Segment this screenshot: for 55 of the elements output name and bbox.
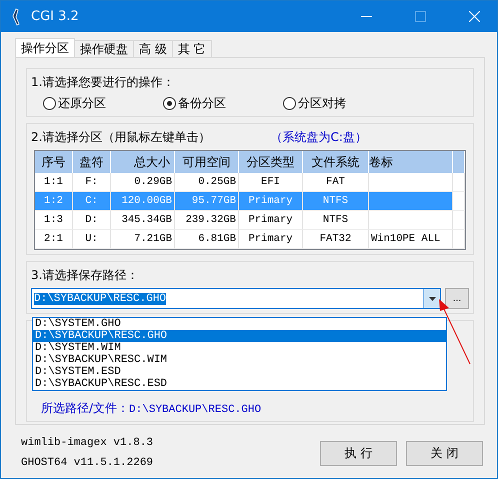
radio-button[interactable] (283, 97, 296, 110)
table-cell[interactable]: 239.32GB (175, 211, 239, 230)
group-label: 1.请选择您要进行的操作： (31, 74, 176, 91)
column-header[interactable]: 序号 (35, 151, 73, 173)
table-cell[interactable]: 7.21GB (111, 230, 175, 249)
tab[interactable]: 操作分区 (15, 38, 75, 57)
dropdown-button[interactable] (423, 289, 440, 308)
arrow-annotation (437, 299, 471, 365)
system-disk-note: （系统盘为C:盘） (270, 129, 367, 146)
caret-icon (428, 296, 436, 300)
dropdown-item[interactable]: D:\SYBACKUP\RESC.GHO (33, 330, 446, 342)
radio-label: 还原分区 (58, 95, 106, 112)
table-cell[interactable] (369, 211, 453, 230)
table-cell[interactable]: 0.29GB (111, 173, 175, 192)
column-header[interactable]: 卷标 (369, 151, 453, 173)
table-cell[interactable]: EFI (239, 173, 303, 192)
tab[interactable]: 高 级 (133, 40, 173, 57)
radio-label: 分区对拷 (298, 95, 346, 112)
table-cell[interactable] (369, 173, 453, 192)
group-label: 3.请选择保存路径： (31, 267, 140, 284)
table-cell[interactable]: 1:1 (35, 173, 73, 192)
group-label: 2.请选择分区（用鼠标左键单击） (31, 129, 210, 146)
table-cell[interactable]: Primary (239, 211, 303, 230)
table-cell[interactable]: 345.34GB (111, 211, 175, 230)
version-text: wimlib-imagex v1.8.3 (21, 437, 154, 449)
table-cell[interactable]: 6.81GB (175, 230, 239, 249)
table-cell[interactable]: Primary (239, 230, 303, 249)
radio-button[interactable] (43, 97, 56, 110)
column-header[interactable]: 文件系统 (303, 151, 369, 173)
action-button[interactable]: 关 闭 (406, 440, 483, 466)
table-cell[interactable]: 1:3 (35, 211, 73, 230)
table-cell[interactable]: 2:1 (35, 230, 73, 249)
selected-path-text: 所选路径/文件：D:\SYBACKUP\RESC.GHO (40, 400, 262, 417)
column-header[interactable]: 盘符 (73, 151, 111, 173)
table-cell[interactable]: FAT (303, 173, 369, 192)
radio-button[interactable] (163, 97, 176, 110)
column-header[interactable]: 分区类型 (239, 151, 303, 173)
version-text: GHOST64 v11.5.1.2269 (21, 457, 154, 469)
path-combo-box[interactable]: D:\SYBACKUP\RESC.GHO (31, 288, 441, 309)
window-title: CGI 3.2 (31, 9, 80, 24)
table-cell[interactable]: Win10PE ALL (369, 230, 453, 249)
action-button[interactable]: 执 行 (320, 440, 397, 466)
table-cell[interactable]: FAT32 (303, 230, 369, 249)
column-header[interactable]: 可用空间 (175, 151, 239, 173)
table-cell[interactable]: D: (73, 211, 111, 230)
table-cell[interactable]: F: (73, 173, 111, 192)
browse-button[interactable]: ... (445, 288, 469, 309)
tab[interactable]: 其 它 (172, 40, 212, 57)
tab[interactable]: 操作硬盘 (74, 40, 134, 57)
table-cell[interactable]: 0.25GB (175, 173, 239, 192)
table-cell[interactable] (369, 192, 453, 211)
radio-label: 备份分区 (178, 95, 226, 112)
table-cell[interactable]: U: (73, 230, 111, 249)
table-cell[interactable]: NTFS (303, 211, 369, 230)
column-header[interactable]: 总大小 (111, 151, 175, 173)
